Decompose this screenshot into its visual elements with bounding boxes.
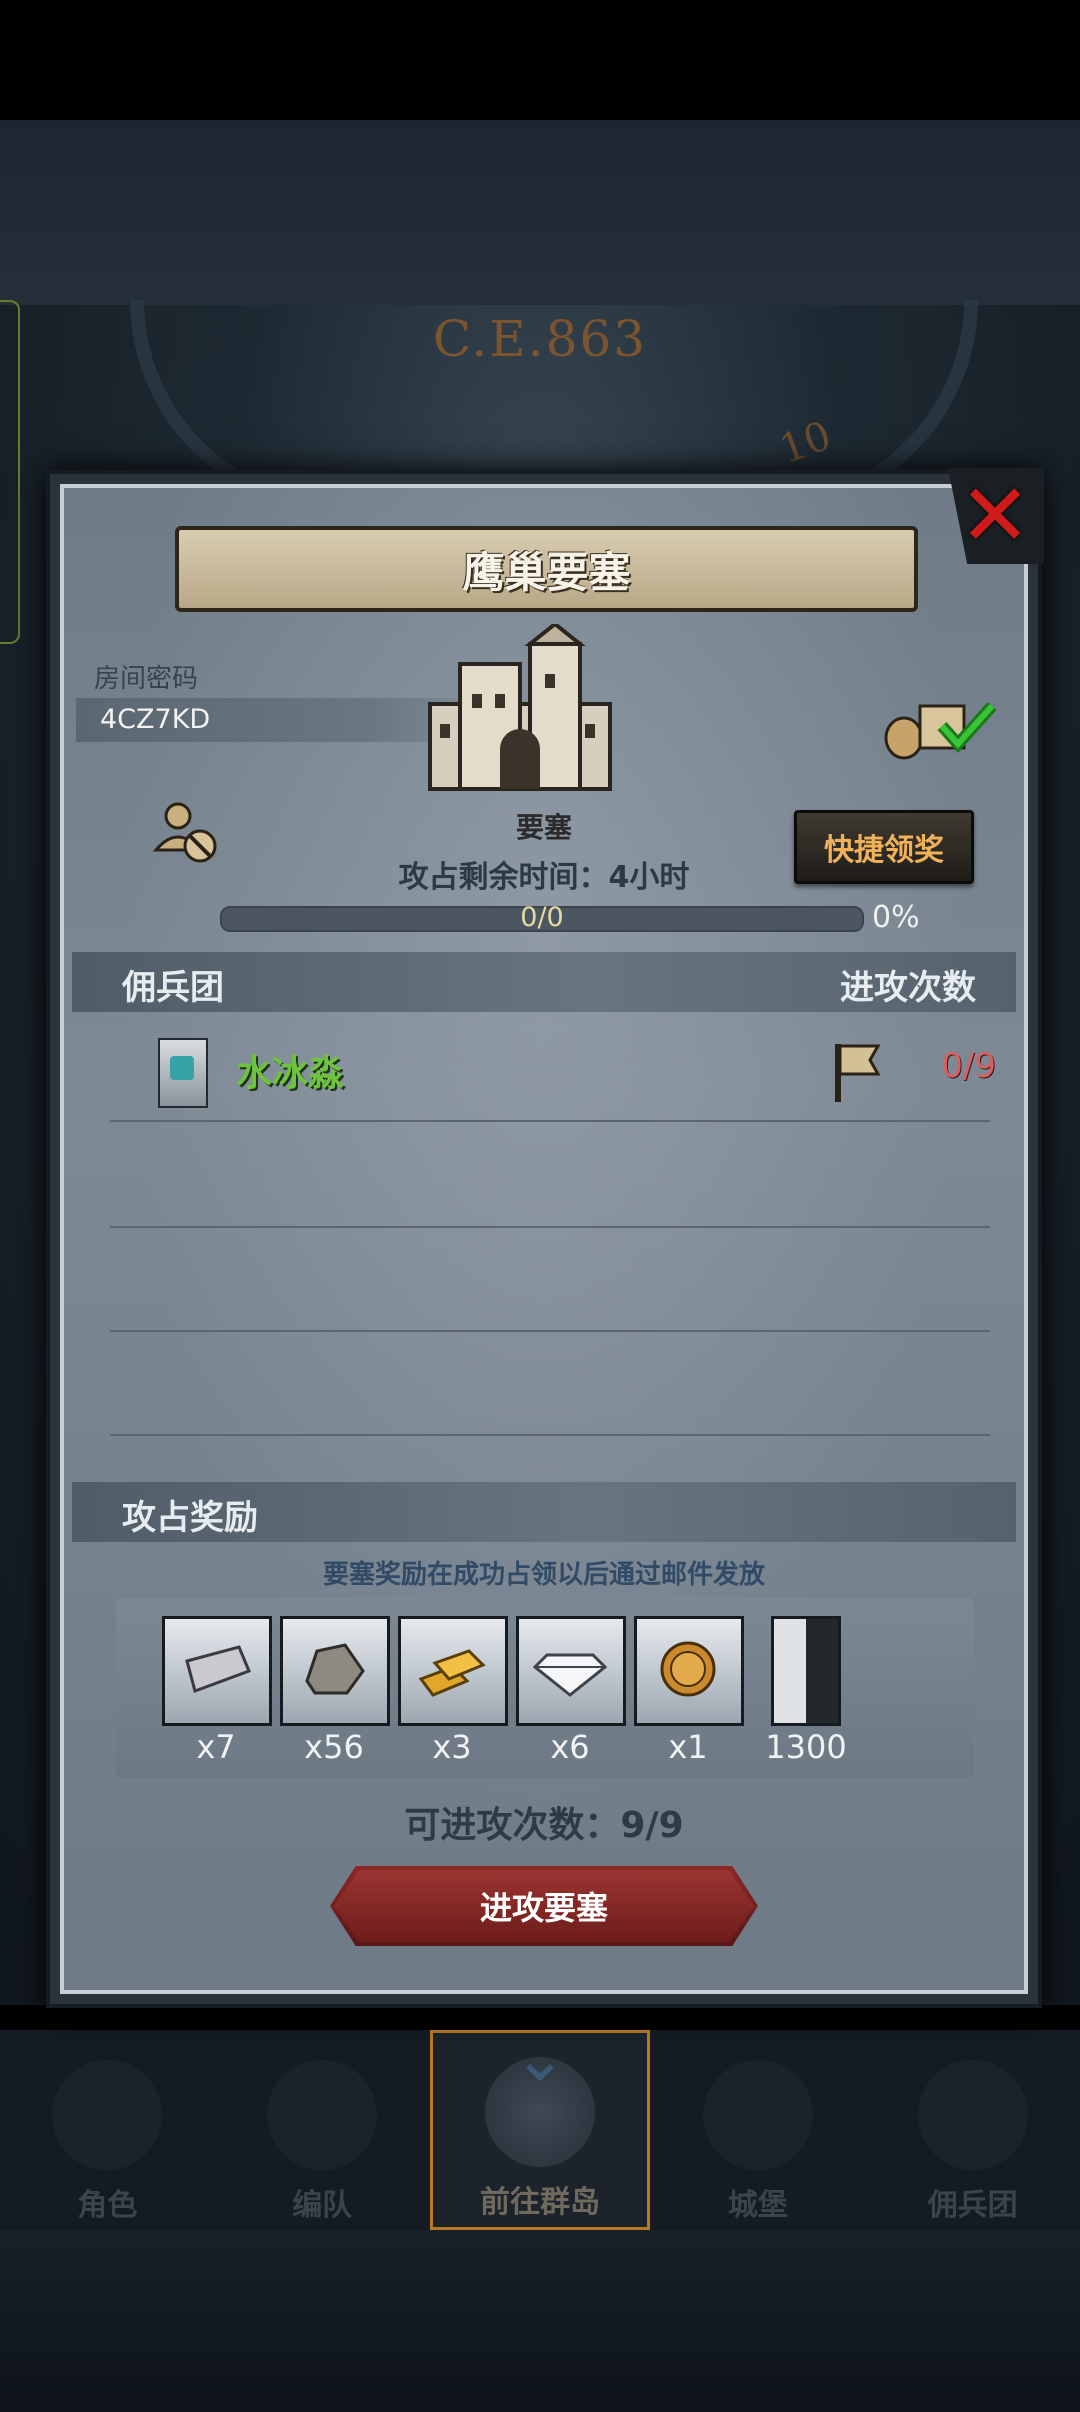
guild-banner-icon xyxy=(158,1038,208,1108)
nav-label: 前往群岛 xyxy=(479,2185,600,2220)
reward-qty: x6 xyxy=(550,1728,590,1766)
rewards-panel: x7 x56 x3 x6 x1 1300 xyxy=(116,1598,974,1778)
attack-count: 0/9 xyxy=(941,1046,996,1086)
flag-icon xyxy=(835,1044,881,1102)
room-password-value: 4CZ7KD xyxy=(100,704,211,735)
bottom-nav: 角色 编队 ⌄ 前往群岛 城堡 佣兵团 xyxy=(0,2027,1080,2230)
room-password-label: 房间密码 xyxy=(94,664,199,694)
nav-item-mercenary[interactable]: 佣兵团 xyxy=(865,2030,1080,2230)
reward-item[interactable]: x3 xyxy=(398,1616,508,1766)
nav-label: 角色 xyxy=(77,2188,138,2223)
time-remaining: 攻占剩余时间：4小时 xyxy=(398,860,690,895)
helmet-coin-icon xyxy=(634,1616,744,1726)
reward-item[interactable]: 1300 xyxy=(752,1616,860,1766)
empty-row xyxy=(110,1226,990,1332)
capture-progress-bar: 0/0 xyxy=(220,902,864,933)
column-guild: 佣兵团 xyxy=(122,968,224,1008)
reward-qty: x3 xyxy=(432,1728,472,1766)
column-attacks: 进攻次数 xyxy=(840,968,976,1008)
nav-label: 城堡 xyxy=(727,2188,788,2223)
tower-icon xyxy=(917,2060,1028,2170)
diamond-icon xyxy=(516,1616,626,1726)
reward-qty: x1 xyxy=(668,1728,708,1766)
dialog-title: 鹰巢要塞 xyxy=(462,547,631,597)
nav-item-formation[interactable]: 编队 xyxy=(215,2030,430,2230)
fortress-icon xyxy=(428,624,612,791)
top-backdrop xyxy=(0,120,1080,305)
rewards-header: 攻占奖励 xyxy=(72,1482,1016,1542)
close-button[interactable]: ✕ xyxy=(948,468,1044,564)
guild-row[interactable]: 水冰淼 0/9 xyxy=(110,1016,996,1122)
fortress-dialog: ✕ 鹰巢要塞 房间密码 4CZ7KD 要塞 快捷领奖 攻占剩余时间：4小时 0/… xyxy=(46,468,1044,2008)
gold-bars-icon xyxy=(398,1616,508,1726)
attack-fortress-label: 进攻要塞 xyxy=(479,1889,608,1927)
nav-item-castle[interactable]: 城堡 xyxy=(650,2030,865,2230)
year-label: C.E.863 xyxy=(432,310,648,368)
left-side-tab[interactable] xyxy=(0,300,20,644)
bottom-backdrop xyxy=(0,2225,1080,2412)
progress-text: 0/0 xyxy=(520,902,564,933)
nav-item-islands[interactable]: ⌄ 前往群岛 xyxy=(429,2027,651,2230)
guild-list-header: 佣兵团 进攻次数 xyxy=(72,952,1016,1012)
reward-qty: x56 xyxy=(304,1728,364,1766)
close-icon: ✕ xyxy=(958,466,1032,566)
rewards-note: 要塞奖励在成功占领以后通过邮件发放 xyxy=(322,1560,765,1590)
bull-banner-icon xyxy=(771,1616,841,1726)
reward-item[interactable]: x1 xyxy=(634,1616,744,1766)
attack-fortress-button[interactable]: 进攻要塞 xyxy=(330,1866,758,1946)
reward-qty: x7 xyxy=(196,1728,236,1766)
reward-item[interactable]: x7 xyxy=(162,1616,272,1766)
knight-icon xyxy=(52,2060,163,2170)
guild-name: 水冰淼 xyxy=(236,1053,345,1094)
rewards-title: 攻占奖励 xyxy=(122,1498,258,1538)
progress-percent: 0% xyxy=(872,900,920,935)
nav-item-character[interactable]: 角色 xyxy=(0,2030,215,2230)
available-attempts: 可进攻次数：9/9 xyxy=(404,1805,684,1846)
helmet-icon xyxy=(267,2060,378,2170)
reward-item[interactable]: x6 xyxy=(516,1616,626,1766)
nav-label: 编队 xyxy=(292,2188,353,2223)
castle-icon xyxy=(702,2060,813,2170)
reward-qty: 1300 xyxy=(765,1728,847,1766)
stone-ore-icon xyxy=(280,1616,390,1726)
empty-row xyxy=(110,1330,990,1436)
empty-row xyxy=(110,1122,990,1228)
silver-bar-icon xyxy=(162,1616,272,1726)
claimed-rewards-icon[interactable] xyxy=(880,692,1000,762)
reward-item[interactable]: x56 xyxy=(280,1616,390,1766)
title-plaque: 鹰巢要塞 xyxy=(175,526,918,612)
nav-label: 佣兵团 xyxy=(927,2188,1018,2223)
globe-icon xyxy=(484,2057,595,2167)
